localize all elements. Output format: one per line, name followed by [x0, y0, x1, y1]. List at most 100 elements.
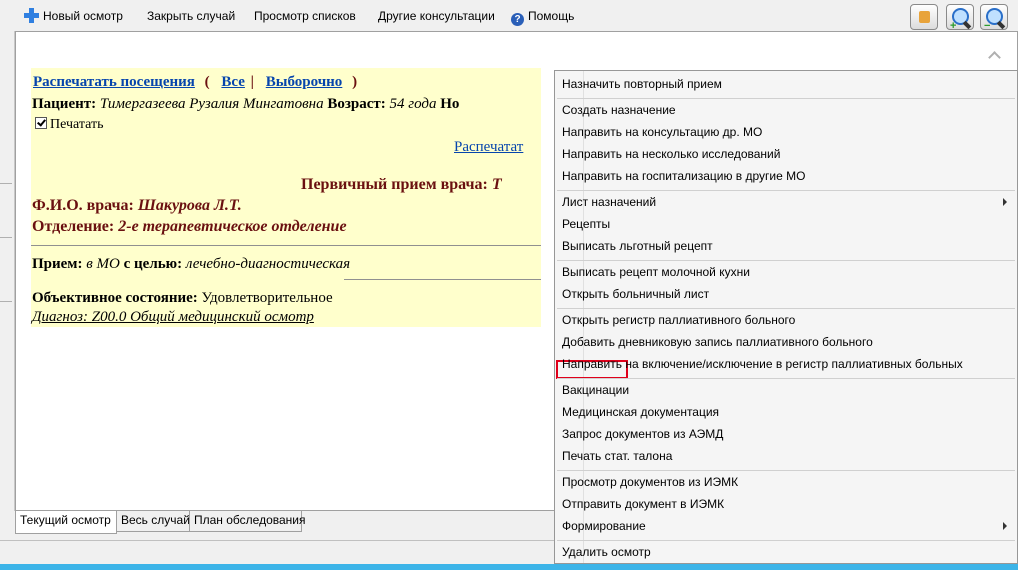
menu-item-forming[interactable]: Формирование [562, 519, 646, 533]
menu-separator [557, 260, 1015, 261]
menu-separator [557, 470, 1015, 471]
menu-item-sick-leave[interactable]: Открыть больничный лист [562, 287, 709, 301]
menu-item-refer-studies[interactable]: Направить на несколько исследований [562, 147, 780, 161]
print-visits-link[interactable]: Распечатать посещения [33, 74, 195, 90]
menu-separator [557, 378, 1015, 379]
age-label: Возраст: [327, 96, 386, 112]
objective-label: Объективное состояние: [32, 290, 198, 306]
menu-item-prescription-sheet[interactable]: Лист назначений [562, 195, 656, 209]
menu-item-dairy-kitchen-recipe[interactable]: Выписать рецепт молочной кухни [562, 265, 750, 279]
menu-item-delete-exam[interactable]: Удалить осмотр [562, 545, 651, 559]
print-link[interactable]: Распечатат [454, 139, 523, 156]
menu-item-print-stat-ticket[interactable]: Печать стат. талона [562, 449, 672, 463]
paren-open: ( [204, 74, 210, 90]
purpose-label: с целью: [123, 256, 183, 272]
side-divider [0, 301, 12, 302]
objective-value: Удовлетворительное [201, 290, 333, 306]
menu-item-recipes[interactable]: Рецепты [556, 217, 628, 379]
menu-item-create-prescription[interactable]: Создать назначение [562, 103, 676, 117]
objective-row: Объективное состояние: Удовлетворительно… [32, 290, 333, 307]
side-divider [0, 237, 12, 238]
zoom-out-button[interactable]: − [980, 4, 1008, 32]
toolbar: Новый осмотр Закрыть случай Просмотр спи… [0, 0, 1018, 32]
tab-whole-case[interactable]: Весь случай [116, 511, 192, 532]
doctor-label: Ф.И.О. врача: [32, 197, 134, 214]
menu-item-view-iemk[interactable]: Просмотр документов из ИЭМК [562, 475, 738, 489]
primary-visit-row: Первичный прием врача: Т [301, 176, 502, 194]
plus-icon [24, 8, 39, 23]
department-row: Отделение: 2-е терапевтическое отделение [32, 218, 347, 236]
purpose-value: лечебно-диагностическая [185, 256, 351, 272]
menu-item-vaccinations[interactable]: Вакцинации [562, 383, 629, 397]
menu-item-palliative-diary[interactable]: Добавить дневниковую запись паллиативног… [562, 335, 873, 349]
close-case-button[interactable]: Закрыть случай [147, 8, 235, 24]
divider [344, 279, 541, 280]
menu-item-refer-hospitalization[interactable]: Направить на госпитализацию в другие МО [562, 169, 805, 183]
zoom-in-handle [962, 20, 972, 30]
menu-separator [557, 98, 1015, 99]
menu-item-palliative-inclusion[interactable]: Направить на включение/исключение в реги… [562, 357, 963, 371]
divider [31, 245, 541, 246]
print-selective-link[interactable]: Выборочно [266, 74, 343, 90]
other-consultations-button[interactable]: Другие консультации [378, 8, 495, 24]
tab-current-exam[interactable]: Текущий осмотр [15, 511, 117, 534]
submenu-arrow-icon [1003, 198, 1007, 206]
patient-label: Пациент: [32, 96, 97, 112]
reception-row: Прием: в МО с целью: лечебно-диагностиче… [32, 256, 350, 273]
plus-sign-icon: + [950, 20, 957, 32]
tab-examination-plan[interactable]: План обследования [189, 511, 306, 532]
other-consultations-label: Другие консультации [378, 9, 495, 23]
print-links-row: Распечатать посещения ( Все | Выборочно … [33, 74, 357, 91]
department-value: 2-е терапевтическое отделение [118, 218, 347, 235]
age-value: 54 года [389, 96, 437, 112]
menu-item-aemd-request[interactable]: Запрос документов из АЭМД [562, 427, 723, 441]
view-lists-button[interactable]: Просмотр списков [254, 8, 356, 24]
submenu-arrow-icon [1003, 522, 1007, 530]
menu-item-medical-documents[interactable]: Медицинская документация [562, 405, 719, 419]
reception-place: в МО [86, 256, 120, 272]
zoom-in-button[interactable]: + [946, 4, 974, 32]
patient-row: Пациент: Тимергазеева Рузалия Мингатовна… [32, 96, 459, 113]
context-menu: Назначить повторный прием Создать назнач… [554, 70, 1018, 564]
primary-visit-value: Т [491, 176, 502, 193]
scroll-up-icon[interactable] [989, 50, 999, 60]
menu-item-refer-consultation[interactable]: Направить на консультацию др. МО [562, 125, 762, 139]
new-exam-label: Новый осмотр [43, 9, 123, 23]
print-all-link[interactable]: Все [221, 74, 245, 90]
new-exam-button[interactable]: Новый осмотр [24, 8, 123, 24]
thumb-up-button[interactable] [910, 4, 938, 30]
close-case-label: Закрыть случай [147, 9, 236, 23]
menu-separator [557, 190, 1015, 191]
help-button[interactable]: ? Помощь [511, 8, 574, 26]
doctor-value: Шакурова Л.Т. [137, 197, 242, 214]
print-checkbox-row[interactable]: Печатать [35, 117, 104, 133]
menu-item-palliative-register[interactable]: Открыть регистр паллиативного больного [562, 313, 795, 327]
diagnosis-text: Диагноз: Z00.0 Общий медицинский осмотр [32, 309, 314, 325]
department-label: Отделение: [32, 218, 115, 235]
left-side-panel [0, 31, 15, 511]
menu-item-repeat-appointment[interactable]: Назначить повторный прием [562, 77, 722, 91]
side-divider [0, 183, 12, 184]
zoom-out-handle [996, 20, 1006, 30]
help-label: Помощь [528, 9, 575, 23]
view-lists-label: Просмотр списков [254, 9, 356, 23]
menu-separator [557, 308, 1015, 309]
doctor-row: Ф.И.О. врача: Шакурова Л.Т. [32, 197, 242, 215]
truncated-label: Но [440, 96, 460, 112]
print-checkbox-label: Печатать [50, 117, 104, 132]
menu-item-preferential-recipe[interactable]: Выписать льготный рецепт [562, 239, 713, 253]
taskbar-edge [0, 564, 1018, 570]
paren-close: ) [352, 74, 358, 90]
thumb-up-icon [919, 11, 930, 23]
link-separator: | [250, 74, 254, 90]
help-icon: ? [511, 13, 524, 26]
reception-label: Прием: [32, 256, 83, 272]
menu-item-recipes-label: Рецепты [562, 217, 611, 231]
exam-panel: Распечатать посещения ( Все | Выборочно … [31, 68, 541, 327]
menu-separator [557, 540, 1015, 541]
primary-visit-label: Первичный прием врача: [301, 176, 488, 193]
print-checkbox[interactable] [35, 117, 47, 129]
minus-sign-icon: − [984, 20, 991, 32]
patient-name: Тимергазеева Рузалия Мингатовна [99, 96, 324, 112]
menu-item-send-iemk[interactable]: Отправить документ в ИЭМК [562, 497, 724, 511]
